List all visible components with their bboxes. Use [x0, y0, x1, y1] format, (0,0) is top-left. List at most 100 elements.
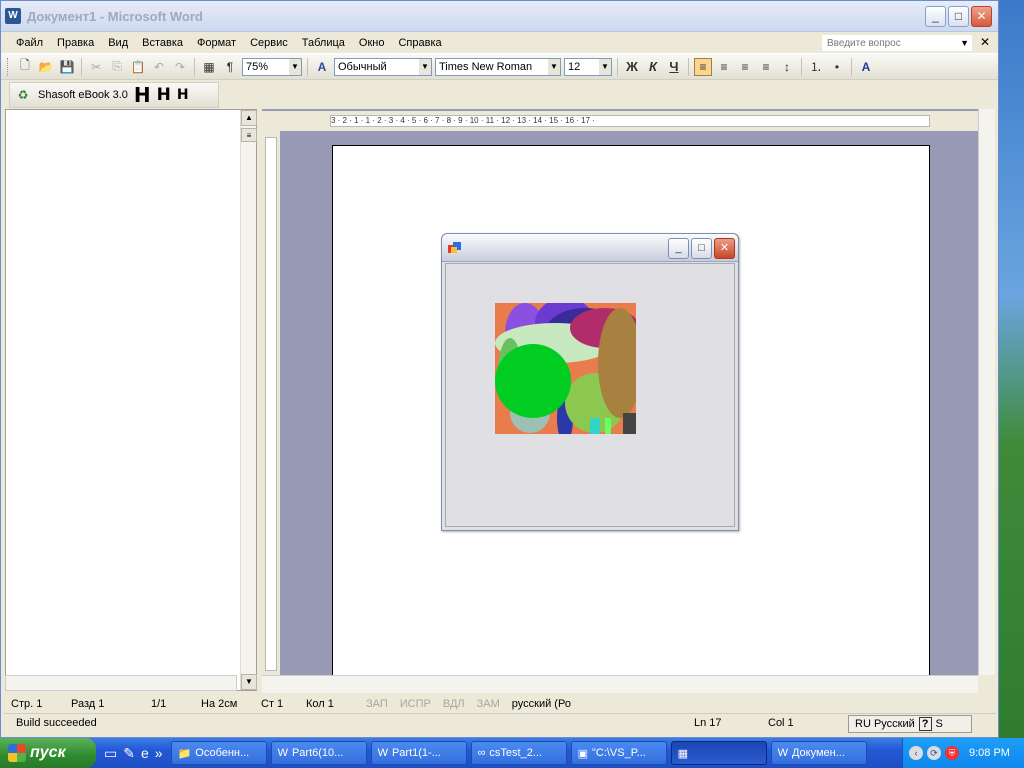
- numbered-list-icon[interactable]: ⒈: [807, 58, 825, 76]
- start-button[interactable]: пуск: [0, 738, 96, 768]
- font-combo[interactable]: Times New Roman ▼: [435, 57, 561, 76]
- chevron-down-icon[interactable]: ▼: [548, 58, 560, 75]
- new-document-icon[interactable]: 🗋: [16, 58, 34, 76]
- status-language[interactable]: русский (Ро: [506, 698, 577, 710]
- form-maximize-button[interactable]: □: [691, 238, 712, 259]
- maximize-button[interactable]: □: [948, 6, 969, 27]
- ebook-icon[interactable]: ♻: [14, 86, 32, 104]
- menu-insert[interactable]: Вставка: [135, 37, 190, 49]
- show-desktop-icon[interactable]: ▭: [104, 745, 117, 762]
- status-pages[interactable]: 1/1: [145, 698, 195, 710]
- underline-button[interactable]: Ч: [665, 58, 683, 76]
- ruler-scale: 3 · 2 · 1 · 1 · 2 · 3 · 4 · 5 · 6 · 7 · …: [330, 115, 930, 127]
- task-button-part6[interactable]: W Part6(10...: [270, 741, 367, 765]
- help-icon[interactable]: ?: [918, 717, 932, 731]
- status-trk[interactable]: ИСПР: [394, 698, 437, 710]
- word-app-icon[interactable]: W: [5, 8, 21, 24]
- title-bar[interactable]: W Документ1 - Microsoft Word _ □ ✕: [1, 1, 998, 32]
- system-tray: ‹ ⟳ ⛨ 9:08 PM: [902, 738, 1024, 768]
- redo-icon[interactable]: ↷: [171, 58, 189, 76]
- font-size-combo[interactable]: 12 ▼: [564, 57, 612, 76]
- task-button-explorer[interactable]: 📁 Особенн...: [170, 741, 267, 765]
- clock[interactable]: 9:08 PM: [969, 747, 1010, 759]
- chevron-down-icon[interactable]: ▼: [289, 58, 301, 75]
- scroll-down-icon[interactable]: ▼: [241, 674, 257, 690]
- status-rec[interactable]: ЗАП: [360, 698, 394, 710]
- chevron-down-icon[interactable]: ▼: [960, 36, 969, 51]
- network-icon[interactable]: ⟳: [927, 746, 941, 760]
- menu-window[interactable]: Окно: [352, 37, 392, 49]
- status-page[interactable]: Стр. 1: [5, 698, 65, 710]
- document-vscroll[interactable]: [978, 109, 995, 675]
- menu-edit[interactable]: Правка: [50, 37, 101, 49]
- minimize-button[interactable]: _: [925, 6, 946, 27]
- menu-table[interactable]: Таблица: [295, 37, 352, 49]
- scroll-up-icon[interactable]: ▲: [241, 110, 257, 126]
- menu-help[interactable]: Справка: [391, 37, 448, 49]
- quick-launch-more-icon[interactable]: »: [155, 745, 163, 762]
- toolbar-grip[interactable]: [7, 57, 10, 76]
- left-pane-vscroll[interactable]: ▲ ≡ ▼: [240, 110, 257, 690]
- vertical-ruler[interactable]: [262, 131, 280, 675]
- media-icon[interactable]: ✎: [123, 745, 135, 762]
- chevron-down-icon[interactable]: ▼: [599, 58, 611, 75]
- heading3-button[interactable]: H: [177, 87, 189, 103]
- task-button-part1[interactable]: W Part1(1-...: [370, 741, 467, 765]
- open-folder-icon[interactable]: 📂: [37, 58, 55, 76]
- status-ext[interactable]: ВДЛ: [437, 698, 471, 710]
- status-section[interactable]: Разд 1: [65, 698, 145, 710]
- save-icon[interactable]: 💾: [58, 58, 76, 76]
- menu-file[interactable]: Файл: [9, 37, 50, 49]
- scroll-thumb[interactable]: ≡: [241, 128, 257, 142]
- bulleted-list-icon[interactable]: •: [828, 58, 846, 76]
- menu-view[interactable]: Вид: [101, 37, 135, 49]
- status-at[interactable]: На 2см: [195, 698, 255, 710]
- styles-pane-icon[interactable]: A: [313, 58, 331, 76]
- language-label[interactable]: RU Русский: [855, 718, 915, 730]
- form-minimize-button[interactable]: _: [668, 238, 689, 259]
- left-pane-hscroll[interactable]: [5, 675, 237, 691]
- heading1-button[interactable]: H: [134, 83, 151, 107]
- copy-icon[interactable]: ⎘: [108, 58, 126, 76]
- insert-table-icon[interactable]: ▦: [200, 58, 218, 76]
- ask-question-input[interactable]: Введите вопрос ▼: [822, 35, 972, 51]
- status-ovr[interactable]: ЗАМ: [471, 698, 506, 710]
- form-window[interactable]: _ □ ✕: [441, 233, 739, 531]
- form-title-bar[interactable]: _ □ ✕: [442, 234, 738, 262]
- folder-icon: 📁: [177, 747, 192, 760]
- justify-icon[interactable]: ≡: [757, 58, 775, 76]
- menu-tools[interactable]: Сервис: [243, 37, 295, 49]
- language-bar[interactable]: RU Русский ? S: [848, 715, 972, 733]
- bold-button[interactable]: Ж: [623, 58, 641, 76]
- chevron-down-icon[interactable]: ▼: [419, 58, 431, 75]
- status-col[interactable]: Кол 1: [300, 698, 360, 710]
- font-color-icon[interactable]: A: [857, 58, 875, 76]
- close-button[interactable]: ✕: [971, 6, 992, 27]
- internet-explorer-icon[interactable]: e: [141, 745, 149, 762]
- style-combo[interactable]: Обычный ▼: [334, 57, 432, 76]
- paste-icon[interactable]: 📋: [129, 58, 147, 76]
- italic-button[interactable]: К: [644, 58, 662, 76]
- cut-icon[interactable]: ✂: [87, 58, 105, 76]
- form-close-button[interactable]: ✕: [714, 238, 735, 259]
- task-button-console[interactable]: ▣ "C:\VS_P...: [570, 741, 667, 765]
- security-shield-icon[interactable]: ⛨: [945, 746, 959, 760]
- ebook-label[interactable]: Shasoft eBook 3.0: [38, 89, 128, 101]
- task-button-cstest[interactable]: ∞ csTest_2...: [470, 741, 567, 765]
- task-button-document[interactable]: W Докумен...: [770, 741, 867, 765]
- zoom-combo[interactable]: 75% ▼: [242, 57, 302, 76]
- align-left-icon[interactable]: ≡: [694, 57, 712, 76]
- heading2-button[interactable]: H: [157, 85, 171, 105]
- task-button-form[interactable]: ▦: [670, 741, 767, 765]
- show-formatting-icon[interactable]: ¶: [221, 58, 239, 76]
- menu-format[interactable]: Формат: [190, 37, 243, 49]
- status-line[interactable]: Ст 1: [255, 698, 300, 710]
- line-spacing-icon[interactable]: ↕: [778, 58, 796, 76]
- undo-icon[interactable]: ↶: [150, 58, 168, 76]
- document-hscroll[interactable]: [262, 675, 978, 693]
- tray-expand-icon[interactable]: ‹: [909, 746, 923, 760]
- align-center-icon[interactable]: ≡: [715, 58, 733, 76]
- document-close-icon[interactable]: ✕: [980, 35, 990, 49]
- align-right-icon[interactable]: ≡: [736, 58, 754, 76]
- horizontal-ruler[interactable]: 3 · 2 · 1 · 1 · 2 · 3 · 4 · 5 · 6 · 7 · …: [262, 111, 978, 131]
